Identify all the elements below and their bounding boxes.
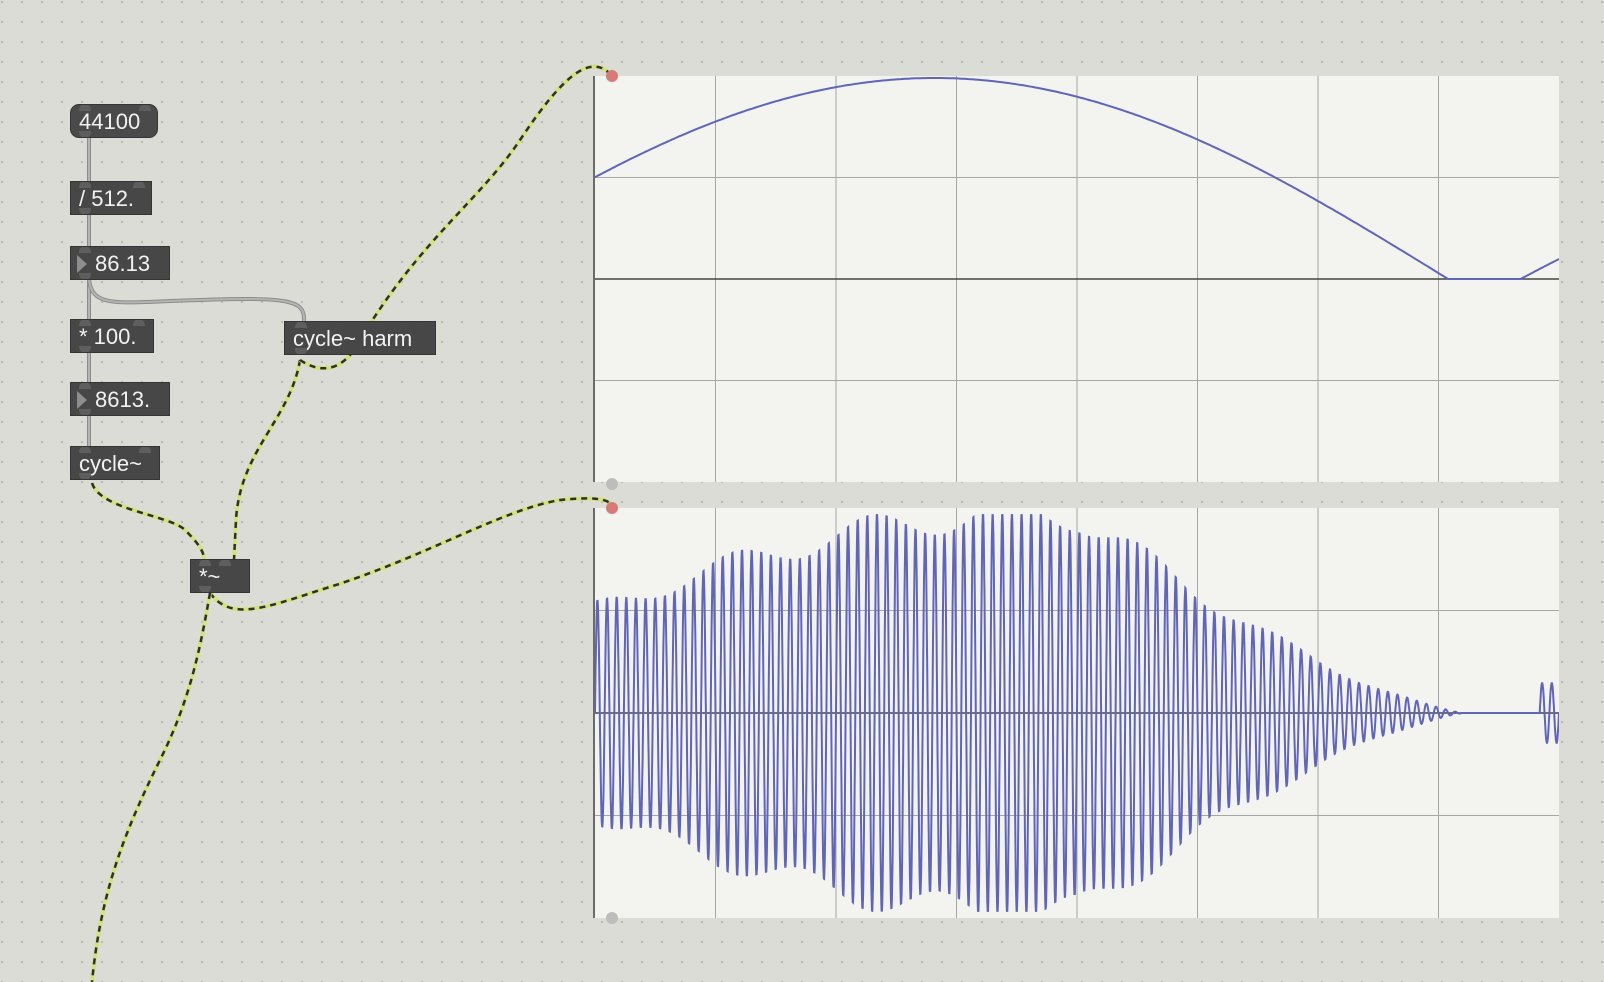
scope-harm-display — [595, 76, 1559, 482]
inlet-icon[interactable] — [79, 247, 91, 253]
inlet-icon[interactable] — [79, 320, 91, 326]
number-arrow-icon — [77, 391, 87, 409]
object-cycle[interactable]: cycle~ — [70, 446, 160, 480]
inlet-icon[interactable] — [219, 560, 231, 566]
inlet-icon[interactable] — [199, 560, 211, 566]
outlet-icon[interactable] — [79, 273, 91, 279]
outlet-icon[interactable] — [199, 586, 211, 592]
scope-harm-resize-icon[interactable] — [606, 478, 618, 490]
inlet-icon[interactable] — [133, 182, 145, 188]
inlet-icon[interactable] — [139, 105, 151, 111]
number-arrow-icon — [77, 255, 87, 273]
scope-output-resize-icon[interactable] — [606, 912, 618, 924]
signal-cord[interactable] — [90, 592, 212, 982]
signal-cord[interactable] — [232, 359, 302, 561]
number-box-86-13[interactable]: 86.13 — [70, 246, 170, 280]
outlet-icon[interactable] — [295, 348, 307, 354]
outlet-icon[interactable] — [79, 208, 91, 214]
scope-harm-inlet-icon[interactable] — [606, 70, 618, 82]
object-cycle-harm-label: cycle~ harm — [293, 326, 413, 351]
scope-output[interactable] — [593, 508, 1559, 918]
outlet-icon[interactable] — [79, 409, 91, 415]
number-box-8613[interactable]: 8613. — [70, 382, 170, 416]
signal-cord-dash — [208, 497, 614, 611]
signal-cord[interactable] — [90, 482, 206, 561]
number-box-86-13-value: 86.13 — [95, 251, 151, 276]
signal-cord-dash — [90, 592, 212, 982]
scope-harm[interactable] — [593, 76, 1559, 482]
outlet-icon[interactable] — [79, 131, 91, 137]
inlet-icon[interactable] — [79, 182, 91, 188]
object-div-512[interactable]: / 512. — [70, 181, 152, 215]
inlet-icon[interactable] — [139, 447, 151, 453]
inlet-icon[interactable] — [295, 322, 307, 328]
scope-output-inlet-icon[interactable] — [606, 502, 618, 514]
control-cord-highlight — [88, 278, 306, 322]
inlet-icon[interactable] — [133, 320, 145, 326]
inlet-icon[interactable] — [79, 447, 91, 453]
object-mul-signal[interactable]: *~ — [190, 559, 250, 593]
signal-cord[interactable] — [208, 496, 614, 612]
inlet-icon[interactable] — [79, 105, 91, 111]
number-box-8613-value: 8613. — [95, 387, 151, 412]
outlet-icon[interactable] — [79, 473, 91, 479]
object-mul-100[interactable]: * 100. — [70, 319, 154, 353]
inlet-icon[interactable] — [79, 383, 91, 389]
message-44100[interactable]: 44100 — [70, 104, 158, 138]
signal-cord-dash — [90, 482, 206, 561]
object-cycle-harm[interactable]: cycle~ harm — [284, 321, 436, 355]
scope-output-display — [595, 508, 1559, 918]
outlet-icon[interactable] — [79, 346, 91, 352]
